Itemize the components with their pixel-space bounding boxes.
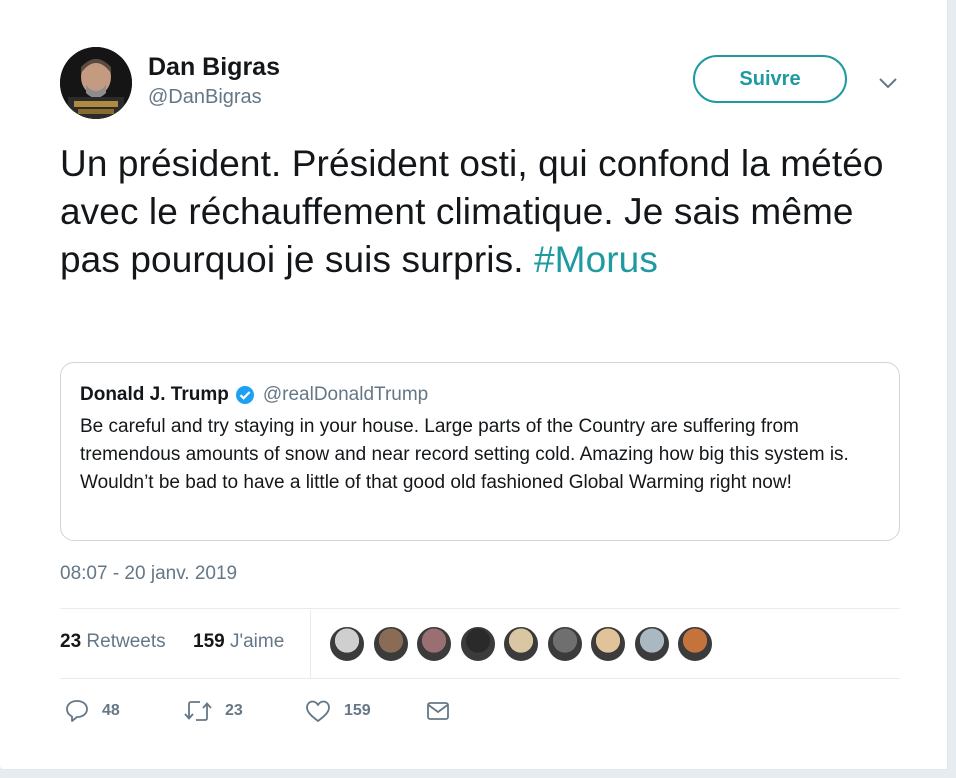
chevron-down-icon[interactable] [877,75,899,91]
like-count: 159 [344,702,371,719]
retweet-button[interactable]: 23 [183,698,243,724]
retweet-icon [184,701,212,721]
liker-avatar-2[interactable] [373,626,409,662]
stats-separator [310,610,311,678]
likes-count: 159 [193,631,225,652]
reply-button[interactable]: 48 [64,698,120,724]
retweet-count: 23 [225,702,243,719]
quoted-tweet[interactable]: Donald J. Trump @realDonaldTrump Be care… [60,362,900,541]
quoted-handle: @realDonaldTrump [262,384,429,405]
like-button[interactable]: 159 [304,698,371,724]
liker-avatar-5[interactable] [503,626,539,662]
retweets-stat[interactable]: 23 Retweets [60,631,166,653]
likes-stat[interactable]: 159 J'aime [193,631,284,653]
tweet-header: Dan Bigras @DanBigras Suivre [60,44,910,124]
divider [60,608,900,609]
tweet-text: Un président. Président osti, qui confon… [60,140,900,284]
profile-photo-icon [60,47,132,119]
retweets-count: 23 [60,631,82,652]
liker-avatar-4[interactable] [460,626,496,662]
liker-avatar-9[interactable] [677,626,713,662]
quoted-display-name: Donald J. Trump [80,384,229,405]
likes-label: J'aime [229,631,285,652]
tweet-actions: 48 23 159 [60,690,900,734]
liker-avatar-7[interactable] [590,626,626,662]
liker-avatar-6[interactable] [547,626,583,662]
verified-badge-icon [235,386,254,404]
reply-count: 48 [102,702,120,719]
author-avatar[interactable] [60,47,132,119]
liker-avatar-3[interactable] [416,626,452,662]
message-button[interactable] [425,698,451,724]
hashtag-link[interactable]: #Morus [534,239,658,280]
author-info: Dan Bigras @DanBigras [148,52,280,110]
liker-avatar-1[interactable] [329,626,365,662]
author-display-name[interactable]: Dan Bigras [148,52,280,82]
liker-avatar-8[interactable] [634,626,670,662]
reply-icon [66,700,88,722]
retweets-label: Retweets [86,631,166,652]
follow-button[interactable]: Suivre [693,55,847,103]
tweet-body: Un président. Président osti, qui confon… [60,143,884,280]
tweet-stats: 23 Retweets 159 J'aime [60,610,900,678]
heart-icon [306,700,330,722]
divider [60,678,900,679]
quoted-text: Be careful and try staying in your house… [80,416,849,493]
envelope-icon [427,702,449,720]
author-handle[interactable]: @DanBigras [148,84,280,110]
tweet-timestamp[interactable]: 08:07 - 20 janv. 2019 [60,563,237,585]
quoted-tweet-header: Donald J. Trump @realDonaldTrump [80,381,880,409]
tweet-card: Dan Bigras @DanBigras Suivre Un présiden… [0,0,948,770]
